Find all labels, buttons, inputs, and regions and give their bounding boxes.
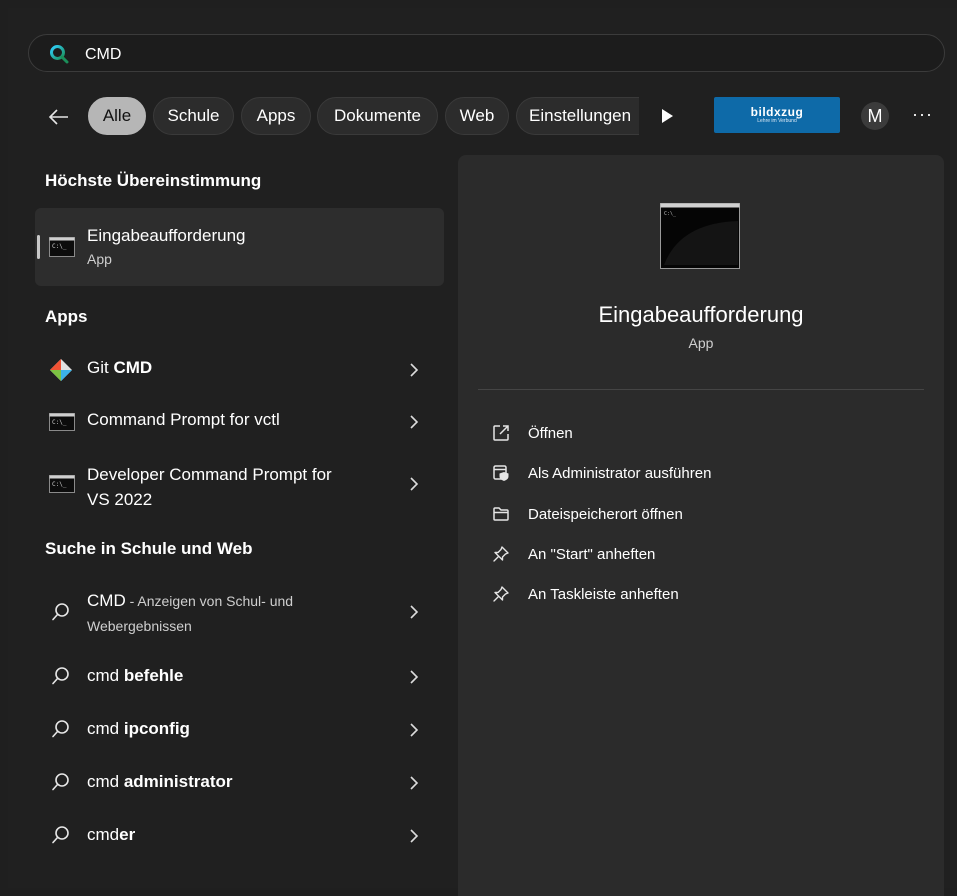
app-item-label-line2: VS 2022 — [87, 490, 153, 509]
search-icon — [52, 826, 69, 844]
app-item-developer-command-prompt[interactable]: C:\_ Developer Command Prompt for VS 202… — [35, 454, 444, 514]
search-icon — [52, 603, 69, 621]
preview-panel: C:\_ Eingabeaufforderung App Öffnen Als … — [458, 155, 944, 896]
best-match-header: Höchste Übereinstimmung — [45, 171, 262, 190]
folder-icon — [493, 507, 509, 521]
app-item-git-cmd[interactable]: Git CMD — [35, 348, 444, 392]
search-icon — [50, 45, 69, 64]
pin-icon — [493, 586, 509, 602]
web-result-cmder[interactable]: cmder — [35, 813, 444, 857]
search-window: Alle Schule Apps Dokumente Web Einstellu… — [8, 8, 957, 896]
best-match-title: Eingabeaufforderung — [87, 226, 246, 245]
web-result-suffix-line2: Webergebnissen — [87, 618, 192, 634]
svg-text:C:\_: C:\_ — [664, 211, 677, 217]
app-item-label: Command Prompt for vctl — [87, 410, 280, 429]
best-match-type: App — [87, 251, 112, 267]
web-result-cmd-ipconfig[interactable]: cmd ipconfig — [35, 707, 444, 751]
selection-indicator — [37, 235, 40, 259]
chevron-right-icon — [410, 723, 419, 737]
app-item-label: Git — [87, 358, 114, 377]
preview-title: Eingabeaufforderung — [598, 302, 804, 327]
app-item-label-line1: Developer Command Prompt for — [87, 465, 332, 484]
play-icon[interactable] — [659, 108, 675, 124]
filter-chip-einstellungen[interactable]: Einstellungen — [516, 97, 639, 135]
web-result-cmd[interactable]: CMD - Anzeigen von Schul- und Webergebni… — [35, 582, 444, 642]
web-result-suffix: - Anzeigen von Schul- und — [125, 593, 294, 609]
web-result-suffix: er — [119, 825, 136, 844]
web-result-prefix: cmd — [87, 825, 120, 844]
avatar[interactable]: M — [861, 102, 889, 130]
chevron-right-icon — [410, 415, 419, 429]
web-result-cmd-befehle[interactable]: cmd befehle — [35, 654, 444, 698]
preview-subtitle: App — [688, 335, 714, 351]
action-label: Öffnen — [528, 425, 573, 442]
search-input[interactable] — [83, 41, 907, 69]
preview-divider — [478, 389, 924, 390]
web-result-prefix: cmd — [87, 772, 124, 791]
svg-text:C:\_: C:\_ — [52, 419, 67, 426]
web-result-bold: administrator — [123, 772, 233, 791]
web-result-cmd-administrator[interactable]: cmd administrator — [35, 760, 444, 804]
filter-chip-dokumente[interactable]: Dokumente — [317, 97, 438, 135]
apps-header: Apps — [45, 307, 88, 326]
filter-chip-apps[interactable]: Apps — [241, 97, 311, 135]
chevron-right-icon — [410, 670, 419, 684]
svg-text:C:\_: C:\_ — [52, 481, 67, 488]
search-icon — [52, 667, 69, 685]
svg-text:C:\_: C:\_ — [52, 243, 67, 250]
filter-chip-schule[interactable]: Schule — [153, 97, 234, 135]
logo-text: bildxzug — [750, 104, 804, 119]
cmd-icon: C:\_ — [49, 413, 75, 431]
pin-icon — [493, 546, 509, 562]
filter-chip-web[interactable]: Web — [445, 97, 509, 135]
logo-subtext: Lehre im Verbund — [757, 117, 797, 124]
action-label: An "Start" anheften — [528, 546, 656, 563]
chevron-right-icon — [410, 605, 419, 619]
web-result-bold: ipconfig — [123, 719, 190, 738]
web-result-prefix: cmd — [87, 666, 124, 685]
chevron-right-icon — [410, 363, 419, 377]
web-result-prefix: cmd — [87, 719, 124, 738]
git-icon — [50, 359, 72, 381]
back-arrow-icon[interactable] — [46, 104, 72, 130]
chevron-right-icon — [410, 477, 419, 491]
best-match-item[interactable]: C:\_ Eingabeaufforderung App — [35, 208, 444, 286]
action-label: An Taskleiste anheften — [528, 586, 679, 603]
search-icon — [52, 720, 69, 738]
app-item-label-bold: CMD — [113, 358, 153, 377]
cmd-icon: C:\_ — [49, 475, 75, 493]
chevron-right-icon — [410, 829, 419, 843]
open-external-icon — [493, 425, 509, 441]
org-logo[interactable]: bildxzug Lehre im Verbund — [714, 97, 840, 133]
action-label: Als Administrator ausführen — [528, 465, 712, 482]
search-icon — [52, 773, 69, 791]
filter-chip-alle[interactable]: Alle — [88, 97, 146, 135]
action-label: Dateispeicherort öffnen — [528, 506, 683, 523]
cmd-icon: C:\_ — [49, 237, 75, 257]
web-result-term: CMD — [87, 591, 126, 610]
more-options-icon[interactable]: ··· — [912, 104, 933, 125]
shield-admin-icon — [493, 465, 509, 481]
app-item-command-prompt-vctl[interactable]: C:\_ Command Prompt for vctl — [35, 400, 444, 444]
web-result-bold: befehle — [123, 666, 184, 685]
chevron-right-icon — [410, 776, 419, 790]
cmd-large-icon: C:\_ — [660, 203, 740, 269]
search-bar[interactable] — [28, 34, 945, 72]
web-search-header: Suche in Schule und Web — [45, 539, 253, 558]
